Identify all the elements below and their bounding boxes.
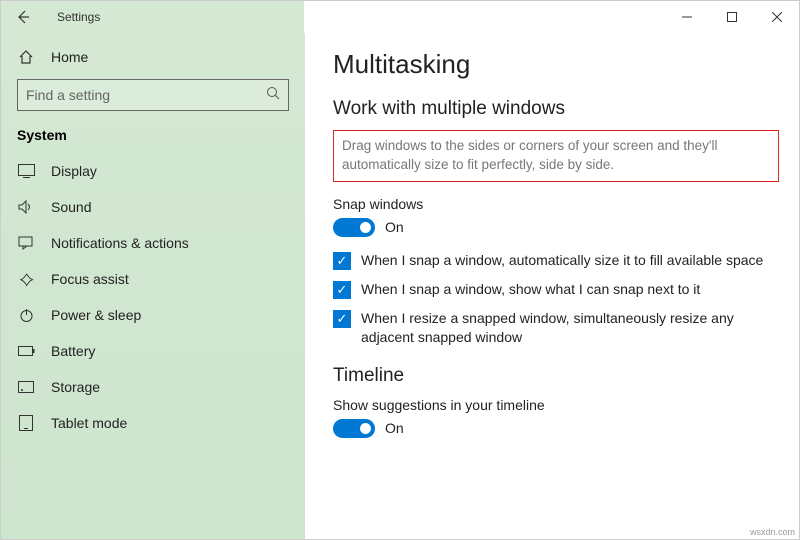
sidebar-item-label: Sound — [51, 199, 91, 215]
search-input[interactable] — [26, 87, 266, 103]
checkbox-resize-adjacent[interactable]: ✓ When I resize a snapped window, simult… — [333, 309, 779, 347]
minimize-icon — [682, 12, 692, 22]
snap-windows-label: Snap windows — [333, 196, 779, 212]
page-title: Multitasking — [333, 49, 779, 80]
checkbox-label: When I snap a window, automatically size… — [361, 251, 763, 270]
maximize-icon — [727, 12, 737, 22]
close-icon — [772, 12, 782, 22]
toggle-knob — [360, 423, 371, 434]
sidebar-item-storage[interactable]: Storage — [17, 369, 305, 405]
sidebar-item-notifications[interactable]: Notifications & actions — [17, 225, 305, 261]
sidebar-item-tablet-mode[interactable]: Tablet mode — [17, 405, 305, 441]
sidebar-item-focus-assist[interactable]: Focus assist — [17, 261, 305, 297]
checkmark-icon: ✓ — [333, 252, 351, 270]
storage-icon — [17, 381, 35, 393]
arrow-left-icon — [15, 9, 31, 25]
window-title: Settings — [57, 10, 100, 24]
focus-assist-icon — [17, 272, 35, 287]
back-button[interactable] — [9, 9, 37, 25]
watermark: wsxdn.com — [750, 527, 795, 537]
checkbox-label: When I snap a window, show what I can sn… — [361, 280, 700, 299]
sidebar-item-sound[interactable]: Sound — [17, 189, 305, 225]
sidebar-item-display[interactable]: Display — [17, 153, 305, 189]
sidebar: Home System Display Sound Notifications … — [1, 33, 305, 539]
section-head-timeline: Timeline — [333, 365, 779, 387]
sound-icon — [17, 200, 35, 214]
toggle-knob — [360, 222, 371, 233]
sidebar-item-label: Focus assist — [51, 271, 129, 287]
section-head-system: System — [17, 121, 305, 153]
sidebar-item-battery[interactable]: Battery — [17, 333, 305, 369]
sidebar-item-label: Notifications & actions — [51, 235, 189, 251]
checkmark-icon: ✓ — [333, 281, 351, 299]
home-label: Home — [51, 49, 88, 65]
sidebar-item-label: Storage — [51, 379, 100, 395]
notifications-icon — [17, 236, 35, 250]
titlebar: Settings — [1, 1, 799, 33]
main-panel: Multitasking Work with multiple windows … — [305, 33, 799, 539]
home-nav[interactable]: Home — [17, 41, 305, 73]
checkbox-fill-space[interactable]: ✓ When I snap a window, automatically si… — [333, 251, 779, 270]
toggle-track — [333, 218, 375, 237]
search-box[interactable] — [17, 79, 289, 111]
close-button[interactable] — [754, 1, 799, 33]
toggle-state: On — [385, 219, 404, 235]
search-icon — [266, 86, 280, 105]
sidebar-item-power-sleep[interactable]: Power & sleep — [17, 297, 305, 333]
sidebar-item-label: Battery — [51, 343, 95, 359]
snap-windows-toggle[interactable]: On — [333, 218, 779, 237]
toggle-track — [333, 419, 375, 438]
window-controls — [664, 1, 799, 33]
timeline-suggestions-toggle[interactable]: On — [333, 419, 779, 438]
toggle-state: On — [385, 420, 404, 436]
sidebar-item-label: Display — [51, 163, 97, 179]
maximize-button[interactable] — [709, 1, 754, 33]
description-highlight: Drag windows to the sides or corners of … — [333, 130, 779, 182]
minimize-button[interactable] — [664, 1, 709, 33]
sidebar-item-label: Power & sleep — [51, 307, 141, 323]
checkmark-icon: ✓ — [333, 310, 351, 328]
display-icon — [17, 164, 35, 178]
tablet-icon — [17, 415, 35, 431]
sidebar-item-label: Tablet mode — [51, 415, 127, 431]
home-icon — [17, 49, 35, 65]
section-head-windows: Work with multiple windows — [333, 98, 779, 120]
battery-icon — [17, 346, 35, 356]
checkbox-label: When I resize a snapped window, simultan… — [361, 309, 779, 347]
checkbox-show-next[interactable]: ✓ When I snap a window, show what I can … — [333, 280, 779, 299]
power-icon — [17, 308, 35, 323]
timeline-suggestions-label: Show suggestions in your timeline — [333, 397, 779, 413]
